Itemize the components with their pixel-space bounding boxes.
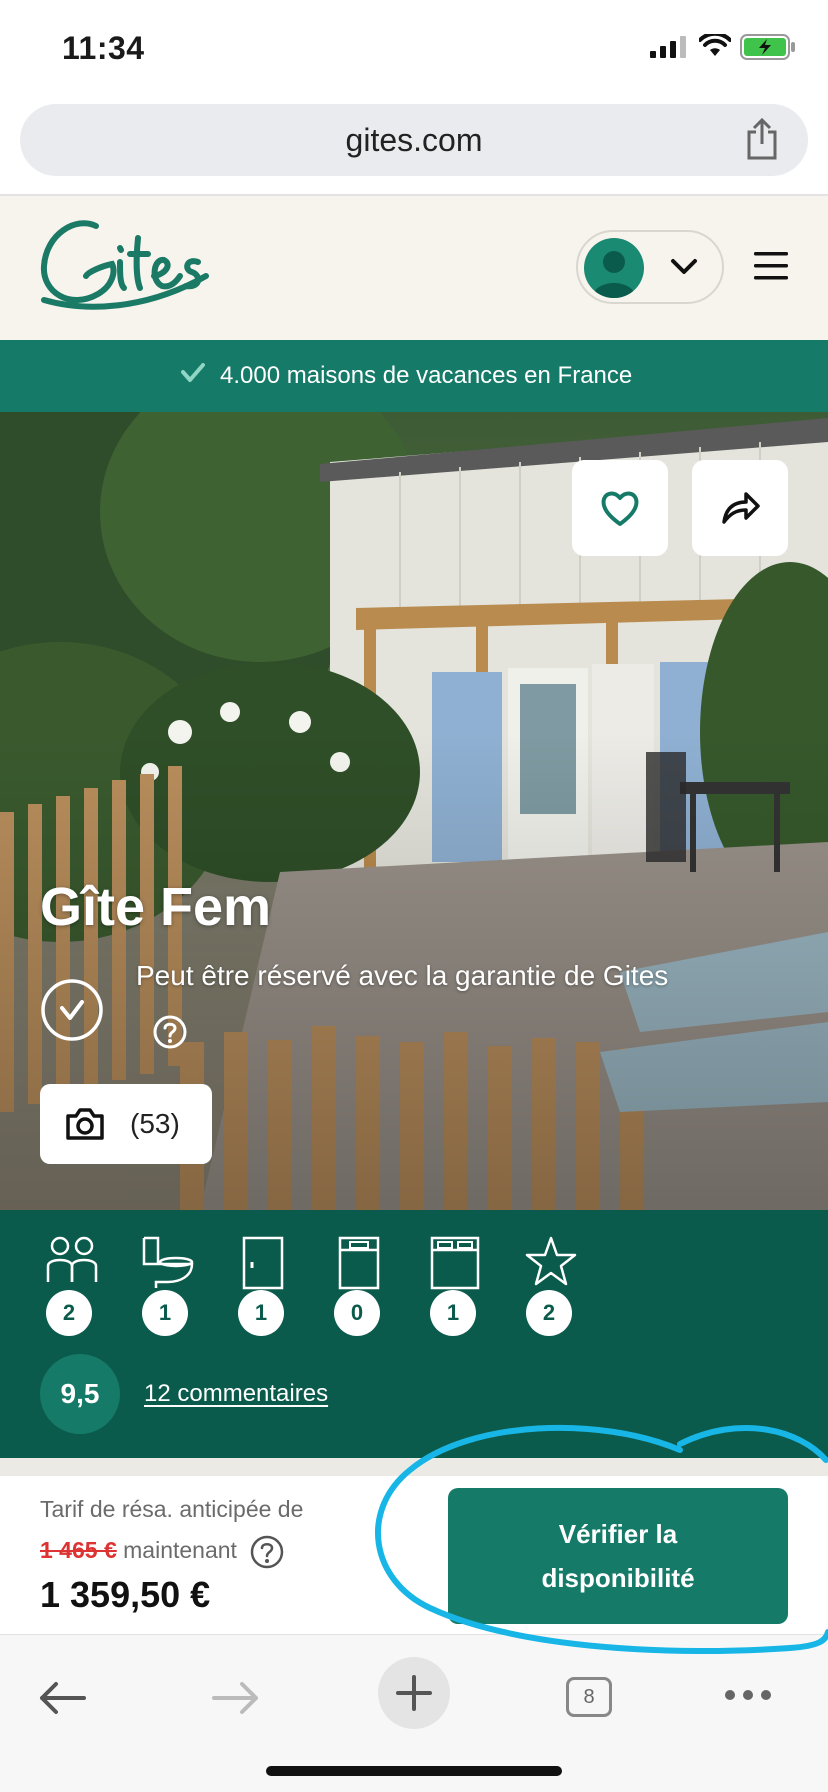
hero-photo[interactable]: Gîte Fem Peut être réservé avec la garan… <box>0 412 828 1210</box>
battery-icon <box>740 34 795 60</box>
photo-count: (53) <box>130 1108 180 1139</box>
feature-rooms: 1 <box>232 1236 292 1336</box>
price-label: Tarif de résa. anticipée de <box>40 1496 304 1522</box>
chevron-down-icon <box>671 259 697 274</box>
rooms-count: 1 <box>238 1290 284 1336</box>
camera-icon <box>66 1108 104 1140</box>
photo-gallery-button[interactable]: (53) <box>40 1084 212 1164</box>
feature-double-beds: 1 <box>424 1236 484 1336</box>
double-bed-icon <box>430 1236 480 1290</box>
status-bar: 11:34 <box>0 0 828 100</box>
address-bar[interactable]: gites.com <box>20 104 808 176</box>
banner-text: 4.000 maisons de vacances en France <box>220 362 633 389</box>
toilet-count: 1 <box>142 1290 188 1336</box>
now-label: maintenant <box>123 1537 237 1564</box>
home-indicator <box>266 1766 562 1776</box>
rating-score: 9,5 <box>40 1354 120 1434</box>
back-arrow-icon[interactable] <box>38 1681 86 1715</box>
account-button[interactable] <box>576 230 724 304</box>
hamburger-menu-icon[interactable] <box>754 252 788 280</box>
stars-count: 2 <box>526 1290 572 1336</box>
site-header <box>0 196 828 340</box>
plus-icon <box>396 1675 432 1711</box>
share-button[interactable] <box>692 460 788 556</box>
url-text[interactable]: gites.com <box>20 122 808 159</box>
door-icon <box>242 1236 284 1290</box>
listing-title: Gîte Fem <box>40 877 272 937</box>
toilet-icon <box>142 1236 194 1288</box>
forward-arrow-icon[interactable] <box>212 1681 260 1715</box>
reviews-link[interactable]: 12 commentaires <box>144 1380 328 1408</box>
double-beds-count: 1 <box>430 1290 476 1336</box>
guarantee-check-icon <box>41 979 103 1041</box>
guarantee-text: Peut être réservé avec la garantie de Gi… <box>136 960 669 991</box>
status-time: 11:34 <box>62 30 145 66</box>
help-icon[interactable] <box>152 1014 188 1050</box>
single-bed-icon <box>338 1236 380 1290</box>
user-icon <box>592 251 636 298</box>
price-compare: 1 465 € maintenant <box>40 1534 285 1570</box>
features-panel: 2 1 1 0 1 2 9,5 12 commentaires <box>0 1210 828 1458</box>
help-icon[interactable] <box>249 1534 285 1570</box>
cta-line-1: Vérifier la <box>558 1519 678 1549</box>
share-arrow-icon <box>722 492 760 524</box>
new-tab-button[interactable] <box>378 1657 450 1729</box>
guests-icon <box>46 1236 98 1282</box>
feature-stars: 2 <box>520 1236 580 1336</box>
share-icon[interactable] <box>744 118 780 160</box>
feature-toilet: 1 <box>136 1236 196 1336</box>
old-price: 1 465 € <box>40 1537 117 1564</box>
star-icon <box>525 1236 577 1286</box>
cta-line-2: disponibilité <box>541 1563 695 1593</box>
heart-icon <box>601 491 639 526</box>
guests-count: 2 <box>46 1290 92 1336</box>
wifi-icon <box>699 34 731 56</box>
price-bar: Tarif de résa. anticipée de 1 465 € main… <box>0 1476 828 1634</box>
check-availability-button[interactable]: Vérifier la disponibilité <box>448 1488 788 1624</box>
current-price: 1 359,50 € <box>40 1574 211 1615</box>
feature-single-beds: 0 <box>328 1236 388 1336</box>
gites-logo[interactable] <box>36 214 212 318</box>
feature-guests: 2 <box>40 1236 100 1336</box>
avatar <box>584 238 644 298</box>
check-icon <box>181 363 205 382</box>
signal-icon <box>650 36 686 58</box>
promo-banner: 4.000 maisons de vacances en France <box>0 340 828 412</box>
tab-count-button[interactable]: 8 <box>566 1677 612 1717</box>
section-separator <box>0 1458 828 1476</box>
more-dots-icon[interactable] <box>724 1689 772 1701</box>
favorite-button[interactable] <box>572 460 668 556</box>
single-beds-count: 0 <box>334 1290 380 1336</box>
